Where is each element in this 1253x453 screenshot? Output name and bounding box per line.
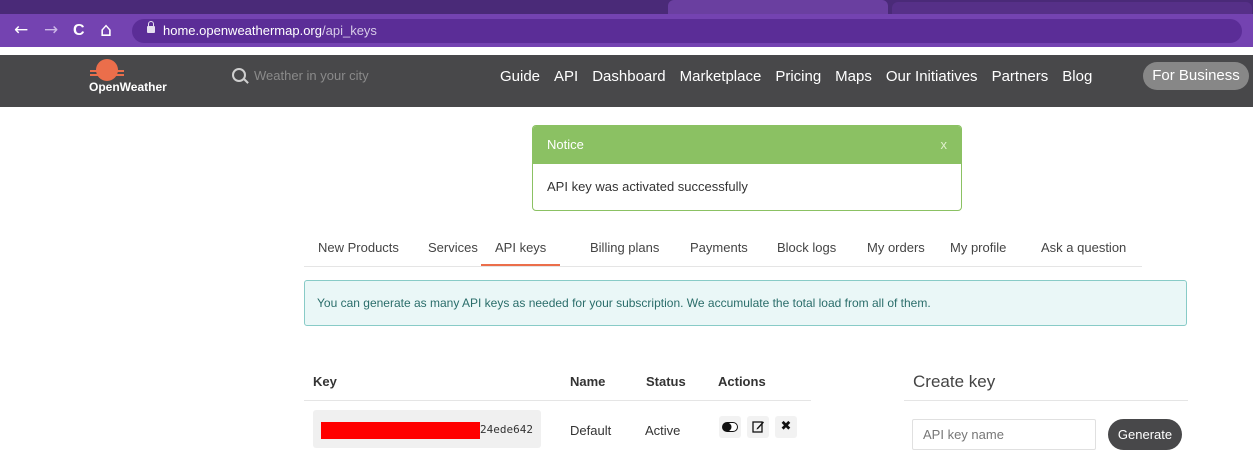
for-business-button[interactable]: For Business <box>1143 62 1249 90</box>
url-host: home.openweathermap.org <box>163 23 322 38</box>
api-key-value[interactable]: 24ede642 <box>480 423 533 436</box>
search-icon <box>232 68 246 82</box>
city-search-input[interactable] <box>254 64 454 86</box>
tab-block-logs[interactable]: Block logs <box>777 236 836 264</box>
logo-text[interactable]: OpenWeather <box>89 80 167 94</box>
back-arrow-icon[interactable]: ← <box>14 14 28 47</box>
column-header-actions: Actions <box>718 374 766 389</box>
browser-tab-other[interactable] <box>892 2 1252 14</box>
column-header-name: Name <box>570 374 606 389</box>
nav-marketplace[interactable]: Marketplace <box>680 68 762 85</box>
nav-maps[interactable]: Maps <box>835 68 872 85</box>
logo-stripes-icon <box>90 70 124 78</box>
tab-my-profile[interactable]: My profile <box>950 236 1006 264</box>
notice-message: API key was activated successfully <box>547 179 748 194</box>
key-status: Active <box>645 423 681 438</box>
tab-ask-a-question[interactable]: Ask a question <box>1041 236 1126 264</box>
account-tabs: New Products Services API keys Billing p… <box>304 236 1142 267</box>
nav-dashboard[interactable]: Dashboard <box>592 68 665 85</box>
edit-icon[interactable] <box>747 416 769 438</box>
tab-api-keys[interactable]: API keys <box>481 236 561 266</box>
toggle-icon[interactable] <box>719 416 741 438</box>
delete-icon[interactable]: ✖ <box>775 416 797 438</box>
lock-icon[interactable] <box>147 21 155 33</box>
notice-panel: Notice x API key was activated successfu… <box>532 125 962 211</box>
tab-my-orders[interactable]: My orders <box>867 236 925 264</box>
nav-api[interactable]: API <box>554 68 578 85</box>
tab-billing-plans[interactable]: Billing plans <box>590 236 659 264</box>
info-alert: You can generate as many API keys as nee… <box>304 280 1187 326</box>
reload-icon[interactable]: C <box>73 14 85 47</box>
notice-header: Notice x <box>533 126 961 164</box>
create-key-title: Create key <box>913 372 996 391</box>
api-key-name-input[interactable] <box>912 419 1096 450</box>
key-redaction-box <box>321 422 480 439</box>
column-header-status: Status <box>646 374 686 389</box>
nav-blog[interactable]: Blog <box>1062 68 1092 85</box>
nav-our-initiatives[interactable]: Our Initiatives <box>886 68 978 85</box>
forward-arrow-icon[interactable]: → <box>44 14 58 47</box>
tab-services[interactable]: Services <box>428 236 478 264</box>
address-url[interactable]: home.openweathermap.org/api_keys <box>163 19 377 43</box>
key-name: Default <box>570 423 612 438</box>
nav-partners[interactable]: Partners <box>992 68 1049 85</box>
create-key-divider <box>904 400 1188 401</box>
generate-button[interactable]: Generate <box>1108 419 1182 450</box>
nav-pricing[interactable]: Pricing <box>775 68 821 85</box>
table-divider <box>304 400 811 401</box>
url-path: /api_keys <box>322 23 377 38</box>
main-nav: Guide API Dashboard Marketplace Pricing … <box>500 64 1106 88</box>
home-icon[interactable]: ⌂ <box>100 14 112 47</box>
column-header-key: Key <box>313 374 337 389</box>
notice-close-button[interactable]: x <box>941 126 948 164</box>
browser-tab-active[interactable] <box>668 0 888 14</box>
notice-title: Notice <box>547 137 584 152</box>
nav-guide[interactable]: Guide <box>500 68 540 85</box>
tab-payments[interactable]: Payments <box>690 236 748 264</box>
tab-new-products[interactable]: New Products <box>318 236 399 264</box>
